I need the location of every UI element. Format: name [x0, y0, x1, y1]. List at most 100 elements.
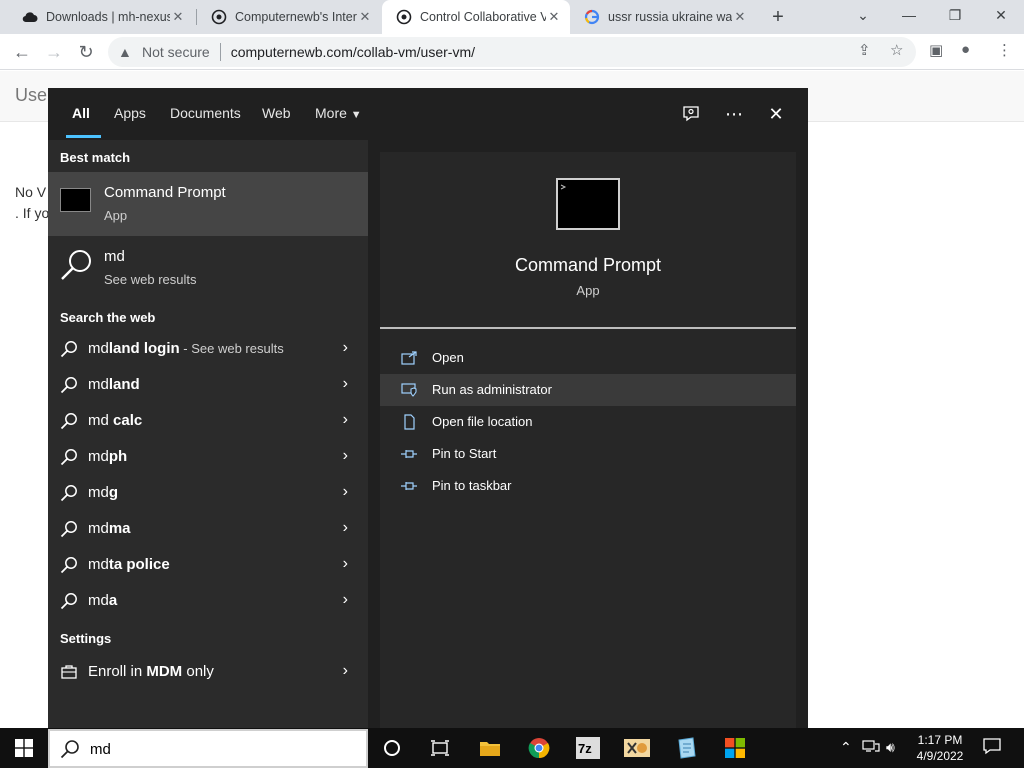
command-prompt-large-icon	[556, 178, 620, 230]
action-open-file-location[interactable]: Open file location	[380, 406, 796, 438]
close-window-button[interactable]: ✕	[978, 0, 1024, 30]
security-label: Not secure	[142, 44, 210, 60]
back-button[interactable]: ←	[8, 38, 36, 66]
side-panel-icon[interactable]: ▣	[929, 41, 943, 59]
web-suggestion-row[interactable]: md calc ›	[48, 403, 368, 439]
chevron-right-icon[interactable]: ›	[343, 339, 348, 357]
share-icon[interactable]: ⇪	[858, 41, 871, 59]
preview-divider	[380, 327, 796, 329]
chrome-icon[interactable]	[515, 728, 563, 768]
caret-down-icon: ▼	[350, 109, 362, 121]
close-icon[interactable]: ✕	[732, 9, 748, 25]
chevron-right-icon[interactable]: ›	[343, 447, 348, 465]
close-icon[interactable]: ✕	[357, 9, 373, 25]
tab-title: Control Collaborative V	[420, 10, 546, 24]
suggestion-text: mdph	[88, 448, 128, 465]
filter-apps[interactable]: Apps	[114, 105, 146, 121]
show-hidden-icons-icon[interactable]: ⌃	[840, 739, 852, 756]
filter-more[interactable]: More ▼	[315, 105, 362, 121]
task-view-icon[interactable]	[416, 728, 464, 768]
start-search-panel: All Apps Documents Web More ▼ ⋯ ✕ Best m…	[48, 88, 808, 728]
warning-icon: ▲	[118, 44, 132, 60]
profile-icon[interactable]: ●	[961, 41, 970, 58]
network-icon[interactable]	[862, 739, 880, 756]
tab-downloads-mh-nexus[interactable]: Downloads | mh-nexus ✕	[8, 0, 194, 34]
chevron-right-icon[interactable]: ›	[343, 591, 348, 609]
file-explorer-icon[interactable]	[466, 728, 514, 768]
chevron-right-icon[interactable]: ›	[343, 662, 348, 680]
restore-button[interactable]: ❐	[932, 0, 978, 30]
action-label: Run as administrator	[432, 382, 552, 397]
suggestion-text: mdta police	[88, 556, 170, 573]
suggestion-text: mdland	[88, 376, 140, 393]
7zip-icon[interactable]: 7z	[564, 728, 612, 768]
web-suggestion-row[interactable]: mdland login - See web results ›	[48, 331, 368, 367]
chevron-right-icon[interactable]: ›	[343, 375, 348, 393]
search-query: md	[90, 741, 111, 758]
close-icon[interactable]: ✕	[170, 9, 186, 25]
search-icon	[60, 340, 78, 358]
tab-google-search[interactable]: ussr russia ukraine war ✕	[570, 0, 756, 34]
web-suggestion-row[interactable]: mdg ›	[48, 475, 368, 511]
tab-search-button[interactable]: ⌄	[840, 0, 886, 30]
suggestion-text: mdg	[88, 484, 119, 501]
chevron-right-icon[interactable]: ›	[343, 555, 348, 573]
action-pin-to-start[interactable]: Pin to Start	[380, 438, 796, 470]
settings-enroll-mdm[interactable]: Enroll in MDM only ›	[48, 654, 368, 690]
notification-icon[interactable]	[983, 737, 1001, 758]
action-open[interactable]: Open	[380, 342, 796, 374]
web-suggestion-row[interactable]: mdland ›	[48, 367, 368, 403]
close-icon[interactable]: ✕	[546, 9, 562, 25]
filter-web[interactable]: Web	[262, 105, 291, 121]
best-match-header: Best match	[60, 150, 131, 165]
store-icon[interactable]	[711, 728, 759, 768]
chevron-right-icon[interactable]: ›	[343, 411, 348, 429]
taskbar-search-box[interactable]: md	[48, 729, 368, 768]
chevron-right-icon[interactable]: ›	[343, 483, 348, 501]
forward-button[interactable]: →	[40, 38, 68, 66]
action-label: Pin to Start	[432, 446, 497, 461]
cortana-icon[interactable]	[368, 728, 416, 768]
action-run-as-administrator[interactable]: Run as administrator	[380, 374, 796, 406]
tab-control-collaborative[interactable]: Control Collaborative V ✕	[382, 0, 570, 34]
filter-documents[interactable]: Documents	[170, 105, 241, 121]
chevron-right-icon[interactable]: ›	[343, 519, 348, 537]
best-match-command-prompt[interactable]: Command Prompt App	[48, 172, 368, 236]
star-icon[interactable]: ☆	[890, 41, 903, 59]
clock-date: 4/9/2022	[916, 749, 964, 763]
minimize-button[interactable]: —	[886, 0, 932, 30]
web-suggestion-row[interactable]: mda ›	[48, 583, 368, 619]
start-button[interactable]	[0, 728, 48, 768]
reload-button[interactable]: ↻	[72, 38, 100, 66]
new-tab-button[interactable]: +	[766, 5, 790, 29]
search-filter-bar: All Apps Documents Web More ▼ ⋯ ✕	[48, 88, 808, 140]
address-bar[interactable]: ▲ Not secure computernewb.com/collab-vm/…	[108, 37, 916, 67]
windows-icon	[15, 739, 33, 757]
best-match-subtitle: App	[104, 208, 128, 223]
web-suggestion-row[interactable]: mdta police ›	[48, 547, 368, 583]
web-result-md[interactable]: md See web results	[48, 236, 368, 300]
shield-icon	[400, 381, 418, 399]
feedback-icon[interactable]	[679, 102, 703, 126]
tab-title: Downloads | mh-nexus	[46, 10, 170, 24]
url-text: computernewb.com/collab-vm/user-vm/	[230, 44, 475, 60]
clock-time: 1:17 PM	[917, 733, 963, 747]
filter-all[interactable]: All	[72, 105, 90, 121]
filter-more-label: More	[315, 105, 347, 121]
settings-header: Settings	[60, 631, 112, 646]
suggestion-text: md calc	[88, 412, 143, 429]
svg-text:7z: 7z	[578, 741, 592, 756]
menu-icon[interactable]: ⋮	[997, 41, 1012, 59]
tab-computernewb-internet[interactable]: Computernewb's Intern ✕	[197, 0, 381, 34]
hex-editor-icon[interactable]	[613, 728, 661, 768]
close-search-button[interactable]: ✕	[764, 102, 788, 126]
notepad-icon[interactable]	[662, 728, 710, 768]
browser-toolbar: ← → ↻ ▲ Not secure computernewb.com/coll…	[0, 34, 1024, 70]
more-options-icon[interactable]: ⋯	[722, 102, 746, 126]
system-clock[interactable]: 1:17 PM 4/9/2022	[912, 732, 968, 764]
web-suggestion-row[interactable]: mdma ›	[48, 511, 368, 547]
volume-icon[interactable]: 🔊︎	[886, 739, 895, 756]
action-pin-to-taskbar[interactable]: Pin to taskbar	[380, 470, 796, 502]
tab-title: ussr russia ukraine war	[608, 10, 732, 24]
web-suggestion-row[interactable]: mdph ›	[48, 439, 368, 475]
